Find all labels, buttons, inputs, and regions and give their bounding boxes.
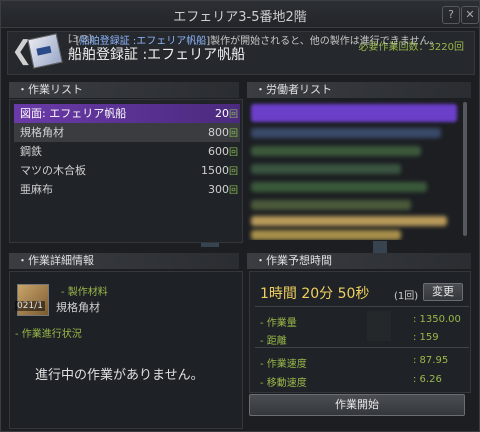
worker-row[interactable] xyxy=(251,104,457,122)
worker-list-header: ・労働者リスト xyxy=(247,82,471,98)
worker-list-scrollbar[interactable] xyxy=(463,102,467,236)
detail-header: ・作業詳細情報 xyxy=(9,253,239,269)
worker-row[interactable] xyxy=(251,200,411,210)
empty-progress-text: 進行中の作業がありません。 xyxy=(35,368,204,383)
material-count: 021/1 xyxy=(15,301,45,311)
work-amount-label: - 作業量 xyxy=(260,318,297,329)
recipe-title: 船舶登録証 :エフェリア帆船 xyxy=(68,47,246,63)
work-list-panel: 図面: エフェリア帆船 20回 規格角材 800回 鋼鉄 600回 マツの木合板… xyxy=(9,99,243,243)
worker-row[interactable] xyxy=(251,146,421,156)
title-bar[interactable]: エフェリア3-5番地2階 ? ✕ xyxy=(1,1,479,28)
work-speed-label: - 作業速度 xyxy=(260,359,307,370)
work-item[interactable]: 規格角材 800回 xyxy=(14,123,240,142)
close-icon[interactable]: ✕ xyxy=(461,6,479,24)
work-amount-value: : 1350.00 xyxy=(413,314,461,325)
work-list-header: ・作業リスト xyxy=(9,82,239,98)
work-speed-value: : 87.95 xyxy=(413,355,449,366)
help-icon[interactable]: ? xyxy=(442,6,460,24)
worker-row[interactable] xyxy=(251,164,401,174)
divider xyxy=(255,306,469,307)
worker-row[interactable] xyxy=(251,182,427,192)
material-icon[interactable] xyxy=(17,284,49,316)
work-item[interactable]: 鋼鉄 600回 xyxy=(14,142,240,161)
worker-list-panel[interactable] xyxy=(247,100,469,240)
worker-row[interactable] xyxy=(251,230,401,240)
work-item[interactable]: マツの木合板 1500回 xyxy=(14,161,240,180)
repeat-count: (1回) xyxy=(394,291,419,302)
work-item[interactable]: 亜麻布 300回 xyxy=(14,180,240,199)
material-label: - 製作材料 xyxy=(61,287,108,298)
progress-label: - 作業進行状況 xyxy=(15,329,82,340)
estimated-time: 1時間 20分 50秒 xyxy=(260,286,370,302)
start-work-button[interactable]: 作業開始 xyxy=(249,394,465,416)
worker-row[interactable] xyxy=(251,128,441,138)
workshop-window: エフェリア3-5番地2階 ? ✕ ❮ [3/3] 船舶登録証 :エフェリア帆船 … xyxy=(0,0,480,432)
ship-registration-document-icon xyxy=(27,33,63,69)
move-speed-value: : 6.26 xyxy=(413,374,442,385)
move-speed-label: - 移動速度 xyxy=(260,378,307,389)
worker-row[interactable] xyxy=(251,216,447,226)
window-title: エフェリア3-5番地2階 xyxy=(173,10,307,25)
divider xyxy=(255,347,469,348)
production-notice: - [船舶登録証 :エフェリア帆船]製作が開始されると、他の製作は進行できません… xyxy=(69,36,440,47)
estimate-header: ・作業予想時間 xyxy=(247,253,471,269)
work-item[interactable]: 図面: エフェリア帆船 20回 xyxy=(14,104,240,123)
material-name: 規格角材 xyxy=(56,301,100,314)
distance-label: - 距離 xyxy=(260,336,287,347)
change-button[interactable]: 変更 xyxy=(423,283,463,301)
distance-value: : 159 xyxy=(413,332,439,343)
